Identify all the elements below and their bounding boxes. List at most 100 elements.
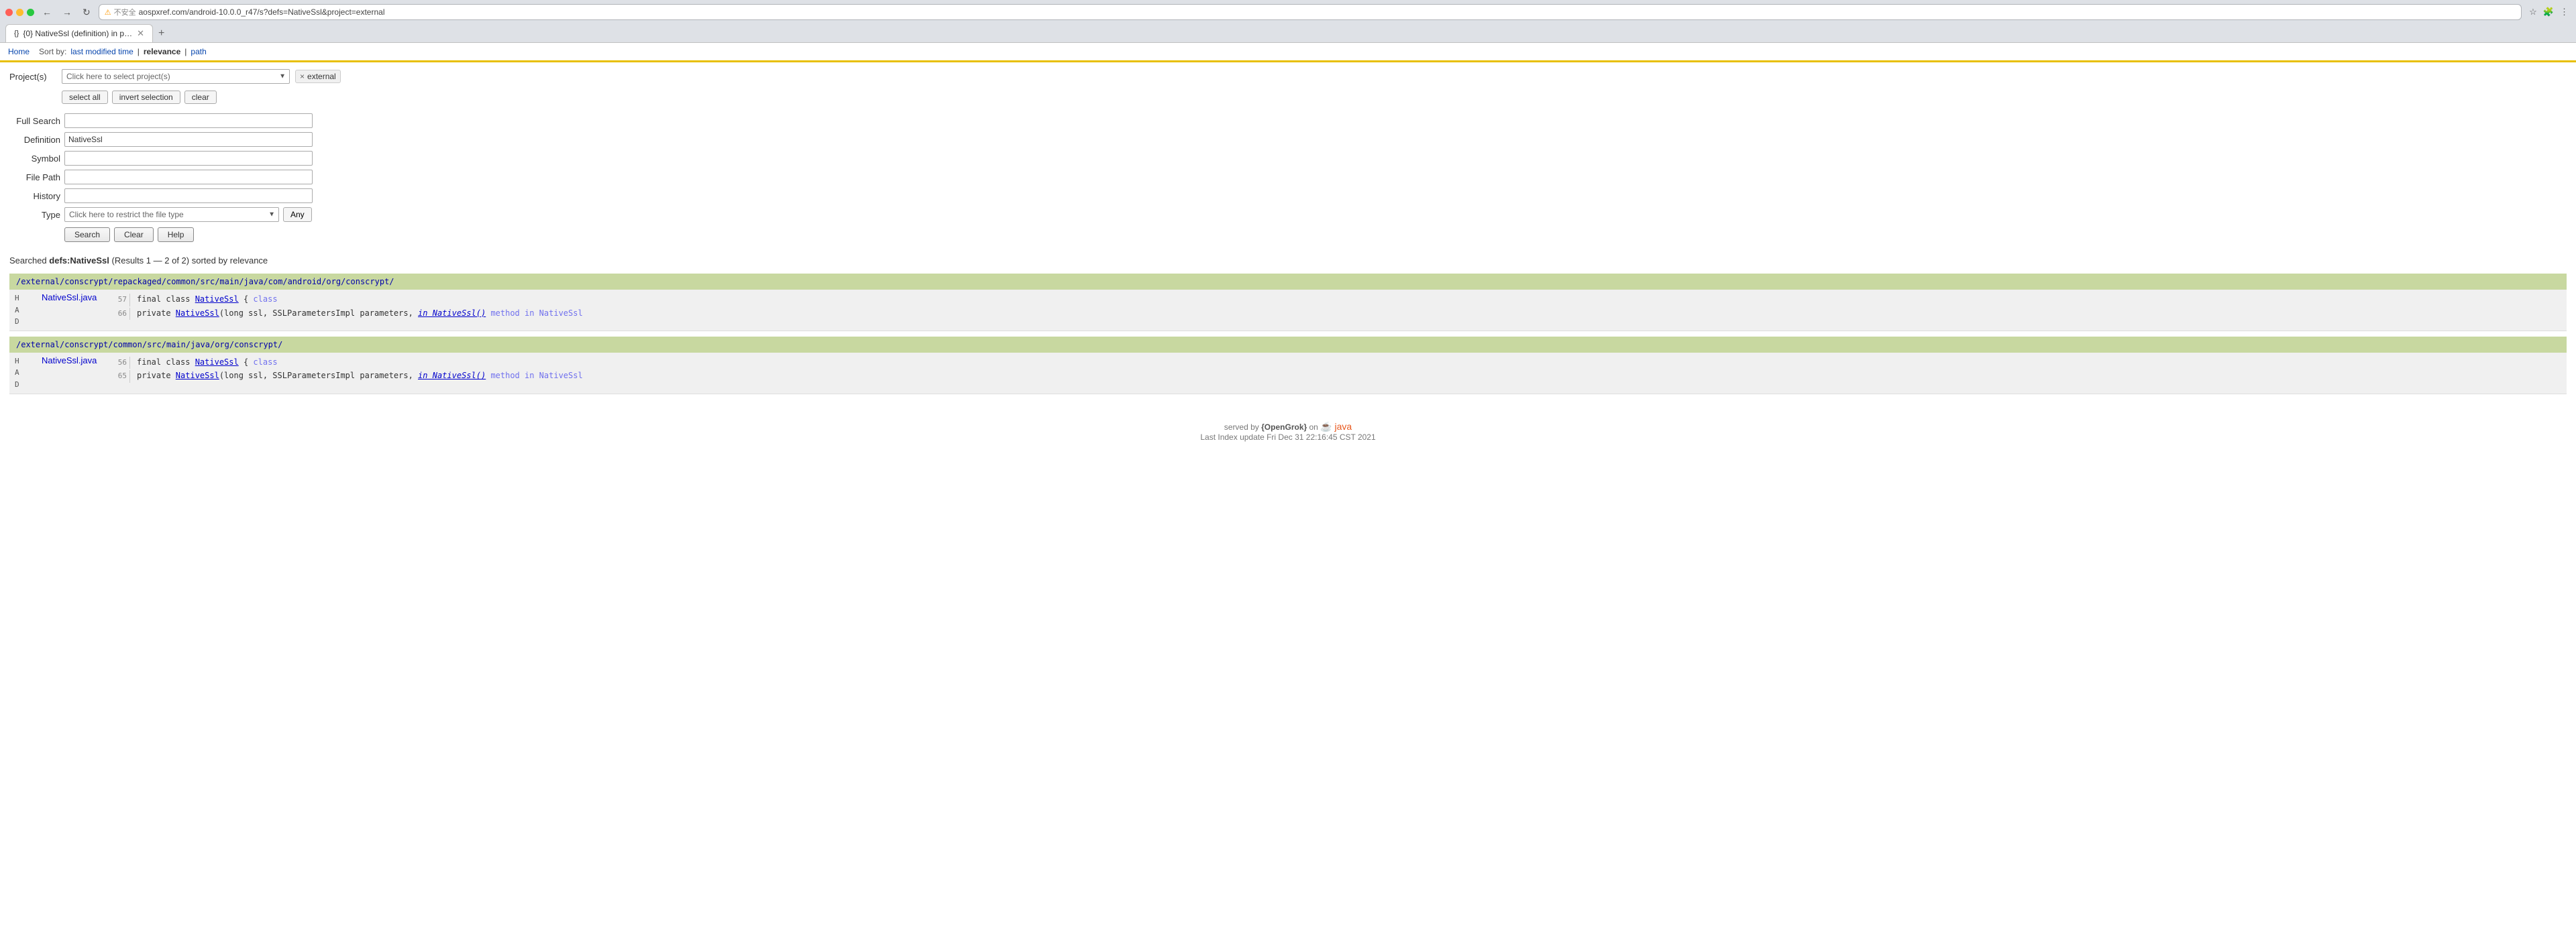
- active-tab[interactable]: {} {0} NativeSsl (definition) in projec.…: [5, 24, 153, 42]
- select-all-button[interactable]: select all: [62, 91, 108, 104]
- menu-icon[interactable]: ⋮: [2558, 5, 2571, 19]
- type-label: Type: [9, 210, 60, 220]
- definition-label: Definition: [9, 135, 60, 145]
- security-icon: ⚠: [105, 8, 111, 17]
- page-top-nav: Home Sort by: last modified time | relev…: [0, 43, 2576, 62]
- footer-brand-text: {OpenGrok}: [1261, 422, 1309, 432]
- result-path-1: /external/conscrypt/repackaged/common/sr…: [9, 274, 2567, 290]
- had-a-2: A: [15, 367, 39, 379]
- filename-link-2[interactable]: NativeSsl.java: [42, 355, 109, 365]
- sort-relevance-active: relevance: [144, 47, 180, 56]
- symbol-row: Symbol: [9, 151, 2567, 166]
- any-button[interactable]: Any: [283, 207, 312, 222]
- project-select-wrapper: Click here to select project(s) ▼: [62, 69, 290, 84]
- line-number-66: 66: [114, 308, 130, 320]
- selection-buttons: select all invert selection clear: [62, 91, 2567, 104]
- type-controls: Click here to restrict the file type ▼ A…: [64, 207, 312, 222]
- code-text-56: final class NativeSsl { class: [137, 355, 278, 369]
- method-link-66[interactable]: in NativeSsl(): [418, 308, 486, 318]
- project-select[interactable]: Click here to select project(s): [62, 69, 290, 84]
- code-line-57: 57 final class NativeSsl { class: [114, 292, 2561, 306]
- code-line-56: 56 final class NativeSsl { class: [114, 355, 2561, 369]
- full-search-row: Full Search: [9, 113, 2567, 128]
- result-path-link-2[interactable]: /external/conscrypt/common/src/main/java…: [16, 340, 282, 349]
- code-lines-1: 57 final class NativeSsl { class 66 priv…: [114, 292, 2561, 320]
- method-link-65[interactable]: in NativeSsl(): [418, 371, 486, 380]
- forward-button[interactable]: →: [60, 5, 74, 19]
- filename-link-1[interactable]: NativeSsl.java: [42, 292, 109, 302]
- home-link[interactable]: Home: [8, 47, 30, 56]
- class-link-57[interactable]: NativeSsl: [195, 294, 239, 304]
- maximize-window-button[interactable]: [27, 9, 34, 16]
- browser-chrome: ← → ↻ ⚠ 不安全 aospxref.com/android-10.0.0_…: [0, 0, 2576, 43]
- line-number-56: 56: [114, 357, 130, 369]
- address-bar[interactable]: ⚠ 不安全 aospxref.com/android-10.0.0_r47/s?…: [99, 4, 2522, 20]
- action-buttons: Search Clear Help: [64, 227, 2567, 242]
- back-button[interactable]: ←: [40, 5, 54, 19]
- had-h-1: H: [15, 292, 39, 304]
- code-line-66: 66 private NativeSsl(long ssl, SSLParame…: [114, 306, 2561, 320]
- main-content: Project(s) Click here to select project(…: [0, 62, 2576, 462]
- footer-brand-line: served by {OpenGrok} on ☕ java: [23, 421, 2553, 432]
- history-input[interactable]: [64, 188, 313, 203]
- definition-input[interactable]: [64, 132, 313, 147]
- new-tab-button[interactable]: +: [153, 25, 170, 42]
- clear-button[interactable]: Clear: [114, 227, 154, 242]
- native-ssl-link-65[interactable]: NativeSsl: [176, 371, 219, 380]
- bookmark-icon[interactable]: ☆: [2527, 5, 2539, 19]
- remove-project-tag-button[interactable]: ×: [300, 72, 305, 81]
- had-h-2: H: [15, 355, 39, 367]
- extensions-icon[interactable]: 🧩: [2541, 5, 2556, 19]
- results-prefix: Searched: [9, 255, 47, 266]
- minimize-window-button[interactable]: [16, 9, 23, 16]
- tab-bar: {} {0} NativeSsl (definition) in projec.…: [5, 24, 2571, 42]
- history-label: History: [9, 191, 60, 201]
- code-text-57: final class NativeSsl { class: [137, 292, 278, 306]
- browser-right-toolbar: ☆ 🧩 ⋮: [2527, 5, 2571, 19]
- project-row: Project(s) Click here to select project(…: [9, 69, 2567, 84]
- had-d-2: D: [15, 379, 39, 391]
- file-path-row: File Path: [9, 170, 2567, 184]
- tab-close-button[interactable]: ✕: [137, 28, 144, 39]
- had-labels-2: H A D: [15, 355, 39, 391]
- sort-by-label: Sort by:: [39, 47, 66, 56]
- full-search-label: Full Search: [9, 116, 60, 126]
- code-text-66: private NativeSsl(long ssl, SSLParameter…: [137, 306, 583, 320]
- sort-modified-time-link[interactable]: last modified time: [70, 47, 133, 56]
- footer-index-update: Last Index update Fri Dec 31 22:16:45 CS…: [23, 432, 2553, 442]
- had-a-1: A: [15, 304, 39, 316]
- results-count-text: (Results 1 — 2 of 2) sorted by relevance: [112, 255, 268, 266]
- full-search-input[interactable]: [64, 113, 313, 128]
- result-block-2: /external/conscrypt/common/src/main/java…: [9, 337, 2567, 394]
- separator-1: |: [138, 47, 140, 56]
- close-window-button[interactable]: [5, 9, 13, 16]
- line-number-57: 57: [114, 294, 130, 306]
- had-labels-1: H A D: [15, 292, 39, 328]
- native-ssl-link-66[interactable]: NativeSsl: [176, 308, 219, 318]
- sort-path-link[interactable]: path: [191, 47, 206, 56]
- java-label-text: java: [1335, 421, 1352, 432]
- invert-selection-button[interactable]: invert selection: [112, 91, 180, 104]
- line-number-65: 65: [114, 370, 130, 383]
- class-link-56[interactable]: NativeSsl: [195, 357, 239, 367]
- project-tag-label: external: [307, 72, 336, 81]
- clear-selection-button[interactable]: clear: [184, 91, 217, 104]
- selected-project-tag: × external: [295, 70, 341, 83]
- file-path-input[interactable]: [64, 170, 313, 184]
- result-path-link-1[interactable]: /external/conscrypt/repackaged/common/sr…: [16, 277, 394, 286]
- symbol-input[interactable]: [64, 151, 313, 166]
- result-path-2: /external/conscrypt/common/src/main/java…: [9, 337, 2567, 353]
- java-icon: ☕: [1320, 421, 1334, 432]
- footer: served by {OpenGrok} on ☕ java Last Inde…: [9, 408, 2567, 455]
- result-file-section-2: H A D NativeSsl.java 56 final class Nati…: [9, 353, 2567, 394]
- refresh-button[interactable]: ↻: [80, 5, 93, 19]
- search-form: Full Search Definition Symbol File Path …: [9, 113, 2567, 242]
- footer-on-text: on: [1309, 422, 1318, 432]
- served-by-text: served by: [1224, 422, 1259, 432]
- search-button[interactable]: Search: [64, 227, 110, 242]
- history-row: History: [9, 188, 2567, 203]
- tab-title: {0} NativeSsl (definition) in projec...: [23, 29, 133, 38]
- type-select[interactable]: Click here to restrict the file type: [64, 207, 279, 222]
- definition-row: Definition: [9, 132, 2567, 147]
- help-button[interactable]: Help: [158, 227, 195, 242]
